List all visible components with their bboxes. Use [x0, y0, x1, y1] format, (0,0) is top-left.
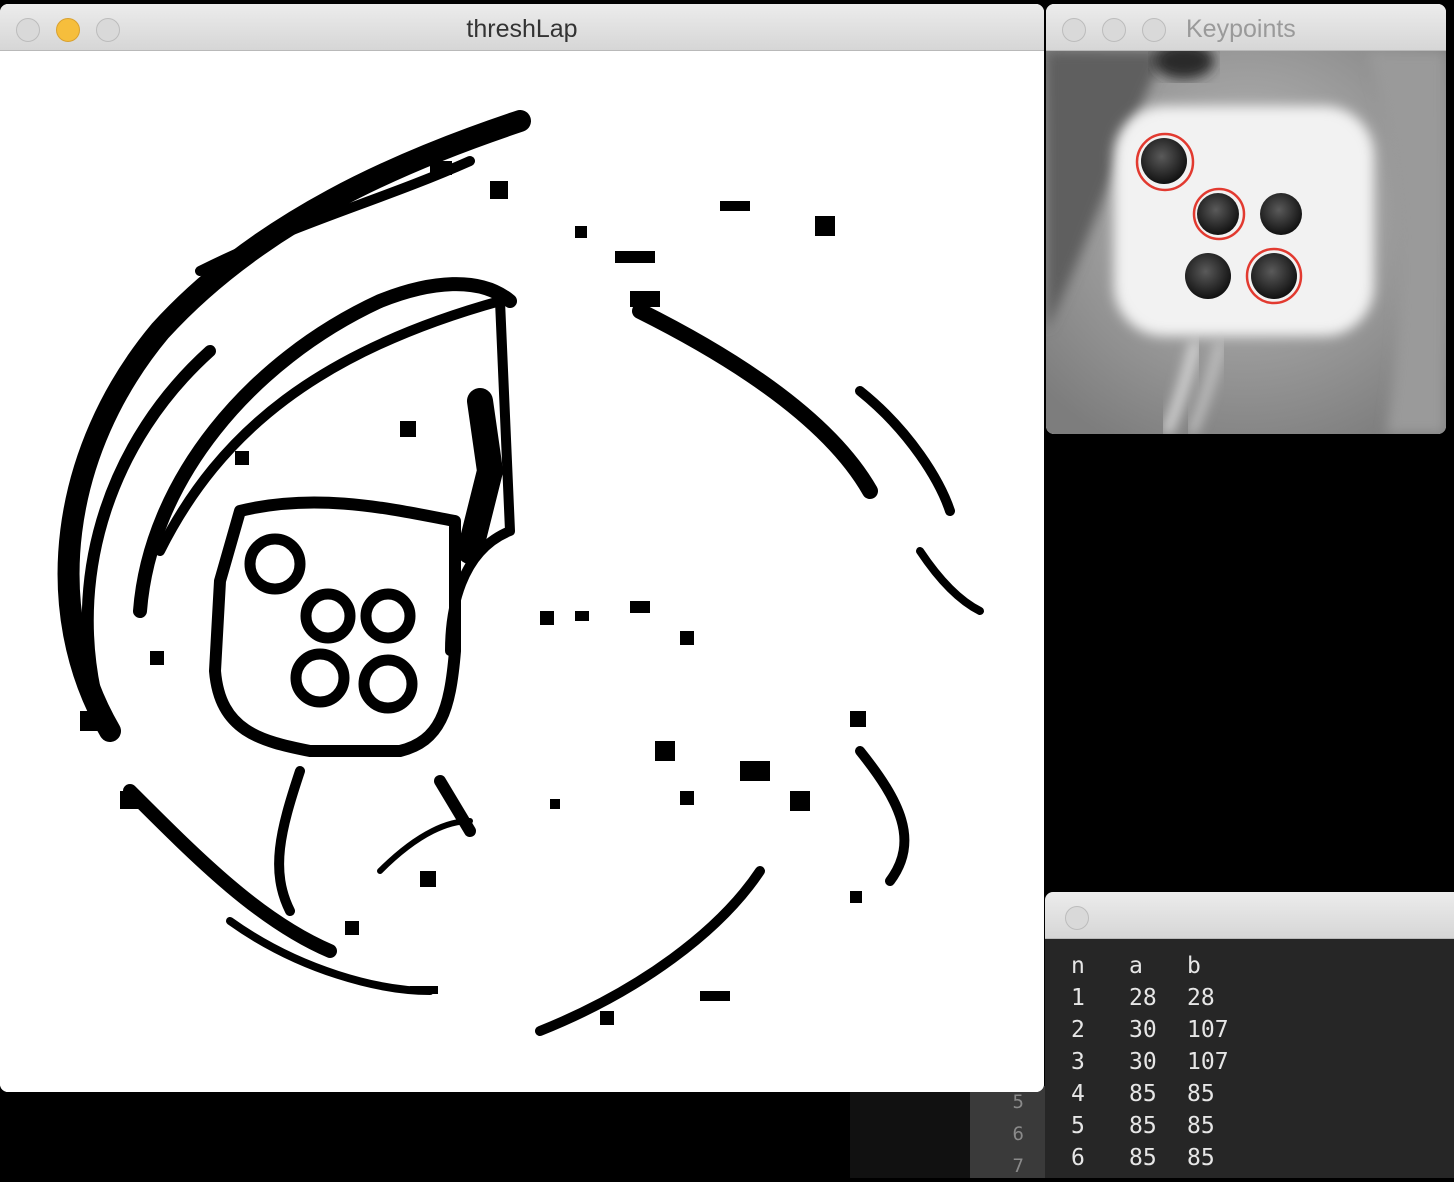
threshold-image — [0, 51, 1044, 1092]
table-row: 1 28 28 — [1045, 982, 1257, 1014]
cell-n: 5 — [1071, 1113, 1085, 1139]
background-editor-strip — [850, 1092, 970, 1178]
column-header-b: b — [1187, 953, 1201, 979]
cell-a: 30 — [1129, 1017, 1157, 1043]
window-titlebar[interactable] — [1045, 892, 1454, 939]
cell-a: 30 — [1129, 1049, 1157, 1075]
window-titlebar[interactable]: threshLap — [0, 4, 1044, 51]
cell-a: 85 — [1129, 1081, 1157, 1107]
column-header-a: a — [1129, 953, 1143, 979]
window-title: Keypoints — [1186, 15, 1296, 43]
cell-b: 85 — [1187, 1081, 1215, 1107]
cell-n: 6 — [1071, 1145, 1085, 1171]
zoom-window-icon[interactable] — [1142, 18, 1166, 42]
close-window-icon[interactable] — [1062, 18, 1086, 42]
cell-n: 2 — [1071, 1017, 1085, 1043]
table-row: 6 85 85 — [1045, 1142, 1257, 1174]
cell-b: 85 — [1187, 1113, 1215, 1139]
keypoints-photo — [1046, 43, 1446, 434]
line-number: 6 — [1012, 1123, 1024, 1145]
minimize-window-icon[interactable] — [1102, 18, 1126, 42]
table-header-row: nab — [1045, 950, 1257, 982]
cell-b: 85 — [1187, 1145, 1215, 1171]
cell-a: 28 — [1129, 985, 1157, 1011]
table-row: 4 85 85 — [1045, 1078, 1257, 1110]
window-titlebar[interactable]: Keypoints — [1046, 4, 1446, 51]
table-row: 5 85 85 — [1045, 1110, 1257, 1142]
console-window[interactable]: n a b 1 28 28 2 30 107 3 30 107 4 85 85 5 85 85 6 85 8… — [1045, 892, 1454, 1178]
cell-b: 107 — [1187, 1049, 1229, 1075]
output-table: n a b 1 28 28 2 30 107 3 30 107 4 85 85 5 85 85 6 85 8… — [1045, 950, 1257, 1174]
window-title: threshLap — [466, 15, 578, 43]
editor-line-gutter: 5 6 7 — [970, 1086, 1054, 1178]
cell-b: 28 — [1187, 985, 1215, 1011]
line-number: 7 — [1012, 1155, 1024, 1177]
column-header-n: n — [1071, 953, 1085, 979]
threshlap-window[interactable]: threshLap — [0, 4, 1044, 1092]
threshold-laplacian-image — [57, 110, 984, 1036]
close-window-icon[interactable] — [1065, 906, 1089, 930]
cell-n: 1 — [1071, 985, 1085, 1011]
cell-a: 85 — [1129, 1145, 1157, 1171]
keypoints-window[interactable]: Keypoints — [1046, 4, 1446, 434]
cell-a: 85 — [1129, 1113, 1157, 1139]
keypoints-image — [1046, 43, 1446, 434]
table-row: 2 30 107 — [1045, 1014, 1257, 1046]
cell-n: 4 — [1071, 1081, 1085, 1107]
cell-b: 107 — [1187, 1017, 1229, 1043]
cell-n: 3 — [1071, 1049, 1085, 1075]
table-row: 3 30 107 — [1045, 1046, 1257, 1078]
